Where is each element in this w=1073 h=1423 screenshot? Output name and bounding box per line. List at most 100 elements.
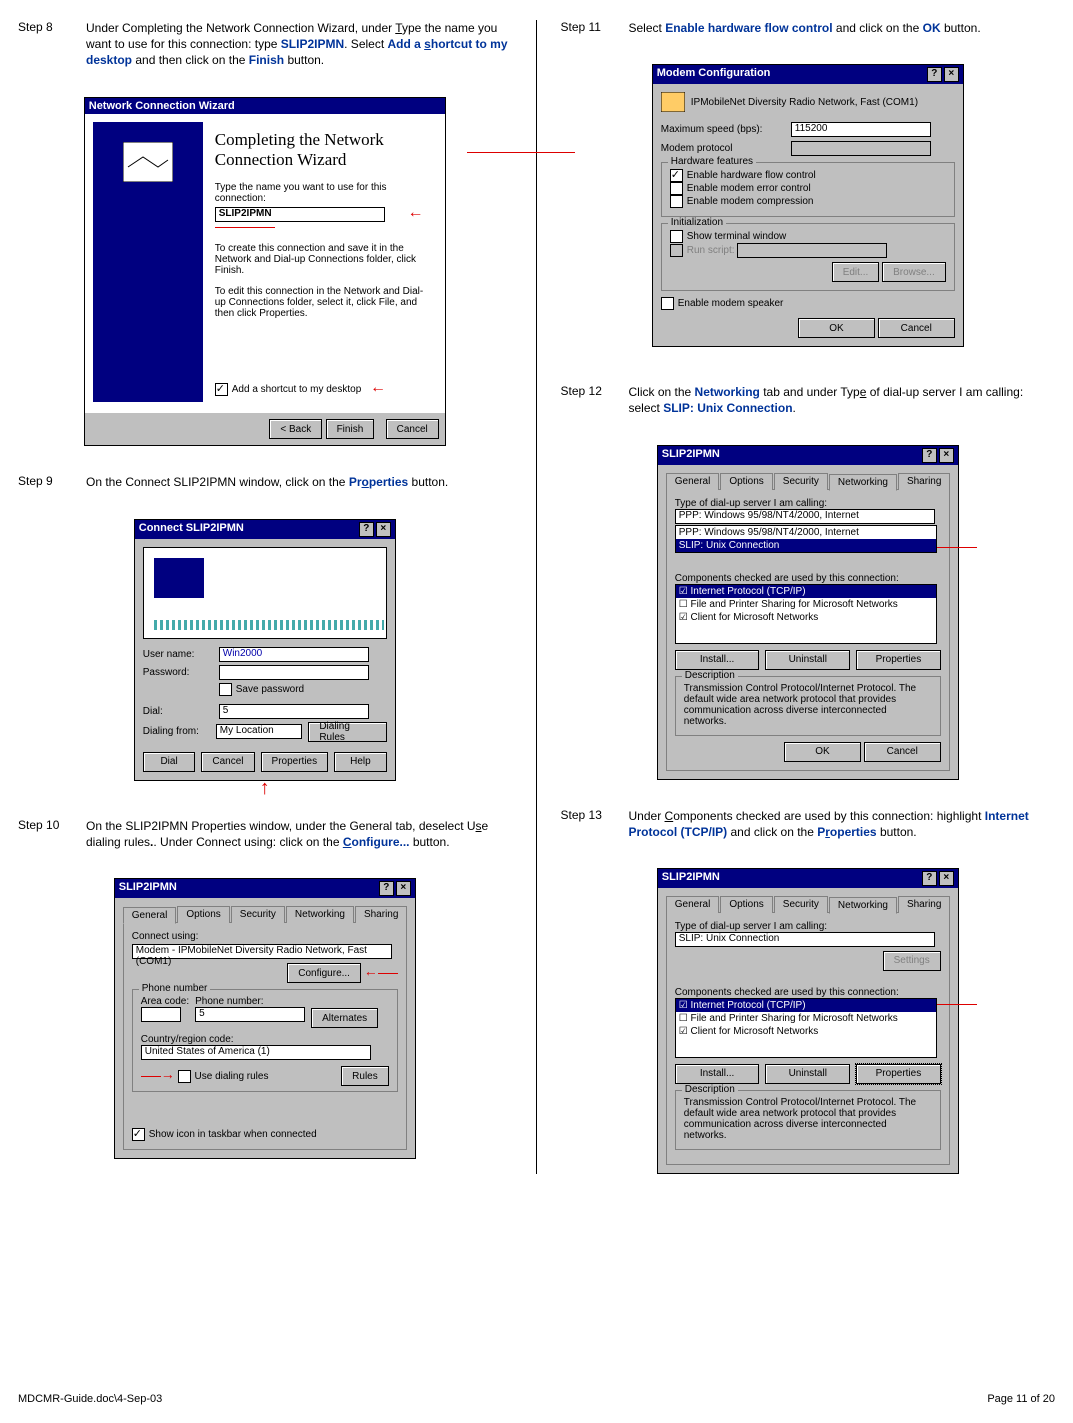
modem-error-checkbox[interactable]	[670, 182, 683, 195]
use-dialing-rules-checkbox[interactable]	[178, 1070, 191, 1083]
handshake-icon	[123, 142, 173, 182]
edit-button: Edit...	[832, 262, 880, 282]
tab-security[interactable]: Security	[231, 906, 285, 923]
modem-compression-checkbox[interactable]	[670, 195, 683, 208]
dialup-type-select[interactable]: PPP: Windows 95/98/NT4/2000, Internet	[675, 509, 935, 524]
wizard-prompt: Type the name you want to use for this c…	[215, 182, 425, 204]
dial-button[interactable]: Dial	[143, 752, 196, 772]
uninstall-button[interactable]: Uninstall	[765, 650, 850, 670]
modem-configuration-dialog: Modem Configuration?× IPMobileNet Divers…	[652, 64, 964, 347]
step-8: Step 8 Under Completing the Network Conn…	[18, 20, 512, 69]
close-icon[interactable]: ×	[944, 67, 959, 82]
slip2ipmn-networking-dialog-2: SLIP2IPMN?× General Options Security Net…	[657, 868, 959, 1174]
run-script-input	[737, 243, 887, 258]
help-icon[interactable]: ?	[922, 448, 937, 463]
tab-general[interactable]: General	[123, 907, 177, 924]
close-icon[interactable]: ×	[376, 522, 391, 537]
tab-options[interactable]: Options	[720, 896, 772, 913]
tab-security[interactable]: Security	[774, 896, 828, 913]
close-icon[interactable]: ×	[939, 871, 954, 886]
modem-protocol-select[interactable]	[791, 141, 931, 156]
dialup-type-dropdown[interactable]: PPP: Windows 95/98/NT4/2000, Internet SL…	[675, 525, 937, 553]
connect-animation	[143, 547, 387, 639]
step-body: Under Completing the Network Connection …	[86, 20, 512, 69]
help-button[interactable]: Help	[334, 752, 387, 772]
step-12: Step 12 Click on the Networking tab and …	[561, 384, 1056, 416]
configure-button[interactable]: Configure...	[287, 963, 361, 983]
uninstall-button[interactable]: Uninstall	[765, 1064, 850, 1084]
dialog-titlebar: Network Connection Wizard	[85, 98, 445, 114]
phone-number-input[interactable]: 5	[195, 1007, 305, 1022]
rules-button[interactable]: Rules	[341, 1066, 389, 1086]
back-button[interactable]: < Back	[269, 419, 322, 439]
tab-networking[interactable]: Networking	[829, 897, 897, 914]
tab-sharing[interactable]: Sharing	[355, 906, 407, 923]
cancel-button[interactable]: Cancel	[864, 742, 941, 762]
show-terminal-checkbox[interactable]	[670, 230, 683, 243]
dialup-type-select[interactable]: SLIP: Unix Connection	[675, 932, 935, 947]
cancel-button[interactable]: Cancel	[201, 752, 254, 772]
dialing-rules-button[interactable]: Dialing Rules	[308, 722, 386, 742]
tab-networking[interactable]: Networking	[286, 906, 354, 923]
username-input[interactable]: Win2000	[219, 647, 369, 662]
network-connection-wizard-dialog: Network Connection Wizard Completing the…	[84, 97, 446, 447]
arrow-to-properties: ↑	[260, 777, 270, 799]
install-button[interactable]: Install...	[675, 650, 760, 670]
save-password-checkbox[interactable]	[219, 683, 232, 696]
slip2ipmn-networking-dialog-1: SLIP2IPMN?× General Options Security Net…	[657, 445, 959, 780]
tab-options[interactable]: Options	[720, 473, 772, 490]
step-label: Step 8	[18, 20, 72, 69]
country-select[interactable]: United States of America (1)	[141, 1045, 371, 1060]
area-code-input[interactable]	[141, 1007, 181, 1022]
connection-name-input[interactable]: SLIP2IPMN	[215, 207, 385, 222]
tab-sharing[interactable]: Sharing	[898, 896, 950, 913]
tab-security[interactable]: Security	[774, 473, 828, 490]
max-speed-select[interactable]: 115200	[791, 122, 931, 137]
install-button[interactable]: Install...	[675, 1064, 760, 1084]
browse-button: Browse...	[882, 262, 946, 282]
help-icon[interactable]: ?	[359, 522, 374, 537]
components-list[interactable]: ☑ Internet Protocol (TCP/IP) ☐ File and …	[675, 584, 937, 644]
show-icon-checkbox[interactable]	[132, 1128, 145, 1141]
footer-left: MDCMR-Guide.doc\4-Sep-03	[18, 1393, 162, 1405]
arrow-to-use-dialing: →	[161, 1066, 175, 1082]
ok-button[interactable]: OK	[784, 742, 861, 762]
close-icon[interactable]: ×	[939, 448, 954, 463]
finish-button[interactable]: Finish	[326, 419, 375, 439]
tab-general[interactable]: General	[666, 473, 720, 490]
dial-input[interactable]: 5	[219, 704, 369, 719]
ok-button[interactable]: OK	[798, 318, 875, 338]
arrow-to-shortcut-checkbox: ←	[370, 379, 386, 396]
help-icon[interactable]: ?	[922, 871, 937, 886]
properties-button[interactable]: Properties	[856, 650, 941, 670]
cancel-button[interactable]: Cancel	[386, 419, 439, 439]
add-shortcut-checkbox[interactable]	[215, 383, 228, 396]
wizard-sidebar	[93, 122, 203, 402]
slip2ipmn-properties-general-dialog: SLIP2IPMN?× General Options Security Net…	[114, 878, 416, 1159]
modem-speaker-checkbox[interactable]	[661, 297, 674, 310]
page-footer: MDCMR-Guide.doc\4-Sep-03 Page 11 of 20	[18, 1393, 1055, 1405]
properties-button[interactable]: Properties	[261, 752, 329, 772]
connect-using-select[interactable]: Modem - IPMobileNet Diversity Radio Netw…	[132, 944, 392, 959]
cancel-button[interactable]: Cancel	[878, 318, 955, 338]
hw-flow-checkbox[interactable]	[670, 169, 683, 182]
close-icon[interactable]: ×	[396, 881, 411, 896]
alternates-button[interactable]: Alternates	[311, 1008, 378, 1028]
help-icon[interactable]: ?	[379, 881, 394, 896]
tab-options[interactable]: Options	[177, 906, 229, 923]
components-list[interactable]: ☑ Internet Protocol (TCP/IP) ☐ File and …	[675, 998, 937, 1058]
dialing-from-select[interactable]: My Location	[216, 724, 303, 739]
tab-sharing[interactable]: Sharing	[898, 473, 950, 490]
properties-button[interactable]: Properties	[856, 1064, 941, 1084]
properties-value: Properties	[349, 475, 408, 489]
help-icon[interactable]: ?	[927, 67, 942, 82]
step-9: Step 9 On the Connect SLIP2IPMN window, …	[18, 474, 512, 490]
connect-slip2ipmn-dialog: Connect SLIP2IPMN?× User name:Win2000 Pa…	[134, 519, 396, 781]
tab-general[interactable]: General	[666, 896, 720, 913]
tab-networking[interactable]: Networking	[829, 474, 897, 491]
modem-icon	[661, 92, 685, 112]
footer-right: Page 11 of 20	[987, 1393, 1055, 1405]
password-input[interactable]	[219, 665, 369, 680]
run-script-checkbox	[670, 244, 683, 257]
arrow-to-configure: ←	[364, 963, 378, 979]
